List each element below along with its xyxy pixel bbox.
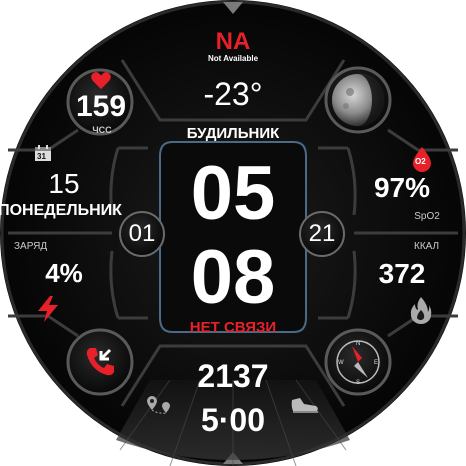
battery-value: 4% xyxy=(45,258,83,288)
calories-label: ККАЛ xyxy=(414,241,440,252)
flame-icon xyxy=(410,297,432,324)
compass-icon[interactable]: N E S W xyxy=(332,336,384,388)
svg-text:S: S xyxy=(356,380,360,386)
connection-status: НЕТ СВЯЗИ xyxy=(189,319,277,336)
location-icon xyxy=(147,396,170,414)
time-left-value[interactable]: 01 xyxy=(129,222,156,246)
svg-text:N: N xyxy=(356,341,360,347)
weather-status: NA xyxy=(215,28,251,55)
distance-value: 5·00 xyxy=(200,402,266,438)
oxygen-badge-text: O2 xyxy=(415,157,426,166)
spo2-value: 97% xyxy=(373,172,431,203)
date-weekday: ПОНЕДЕЛЬНИК xyxy=(0,202,122,219)
steps-value: 2137 xyxy=(197,358,269,394)
lightning-icon xyxy=(38,296,58,322)
temperature: -23° xyxy=(203,76,263,112)
heart-rate-value: 159 xyxy=(75,90,127,123)
spo2-label: SpO2 xyxy=(414,211,440,222)
alarm-label: БУДИЛЬНИК xyxy=(186,125,280,142)
phone-missed-icon[interactable] xyxy=(82,344,118,380)
shoe-icon xyxy=(291,398,318,413)
moon-icon[interactable] xyxy=(330,72,386,128)
calendar-icon-number: 31 xyxy=(37,152,46,161)
time-seconds[interactable]: 21 xyxy=(309,222,336,246)
svg-text:E: E xyxy=(374,360,378,366)
weather-status-sub: Not Available xyxy=(207,54,259,63)
time-hours: 05 xyxy=(190,151,276,236)
battery-label: ЗАРЯД xyxy=(14,241,48,252)
date-day: 15 xyxy=(48,168,80,199)
svg-text:W: W xyxy=(338,360,344,366)
time-minutes: 08 xyxy=(190,235,276,320)
heart-rate-label: ЧСС xyxy=(92,125,112,135)
calories-value: 372 xyxy=(378,258,426,289)
heart-icon xyxy=(91,72,111,90)
